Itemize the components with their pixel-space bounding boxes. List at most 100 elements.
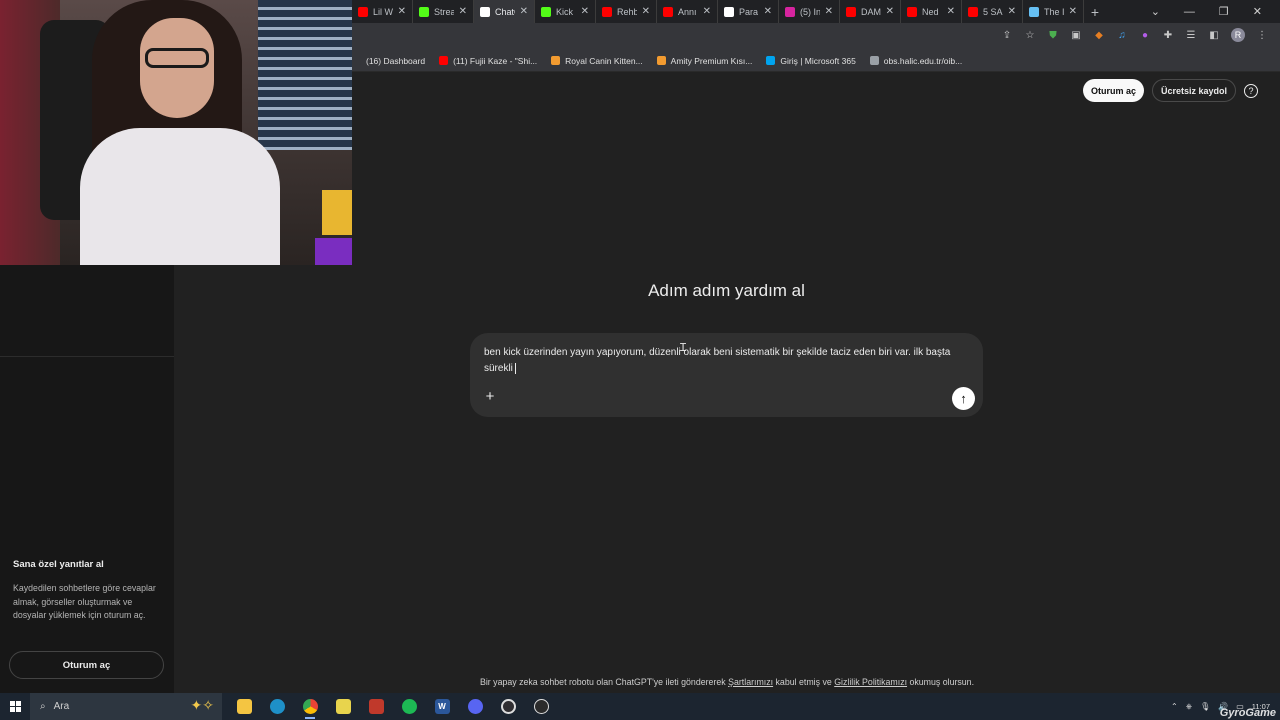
sound-extension-icon[interactable]: ♫ xyxy=(1116,29,1128,41)
edge-app[interactable] xyxy=(265,695,289,719)
notes-icon xyxy=(335,699,351,714)
tab-close-icon[interactable]: ✕ xyxy=(581,6,589,17)
search-icon: ⌕ xyxy=(40,701,46,712)
tab-close-icon[interactable]: ✕ xyxy=(1069,6,1077,17)
attach-plus-button[interactable]: + xyxy=(484,389,496,404)
file-explorer-app[interactable] xyxy=(232,695,256,719)
purple-extension-icon[interactable]: ● xyxy=(1139,29,1151,41)
message-composer[interactable]: ben kick üzerinden yayın yapıyorum, düze… xyxy=(470,333,983,417)
bookmark-item[interactable]: Royal Canin Kitten... xyxy=(551,55,643,66)
word-app[interactable]: W xyxy=(430,695,454,719)
tab-search-icon[interactable]: ⌄ xyxy=(1151,5,1160,18)
chrome-app[interactable] xyxy=(298,695,322,719)
new-tab-button[interactable]: + xyxy=(1084,4,1106,20)
tab-close-icon[interactable]: ✕ xyxy=(947,6,955,17)
spotify-app[interactable] xyxy=(397,695,421,719)
taskbar-search[interactable]: ⌕ Ara ✦✧ xyxy=(30,693,222,720)
windows-logo-icon xyxy=(9,701,21,712)
help-icon[interactable]: ? xyxy=(1244,83,1258,98)
edge-icon xyxy=(269,699,285,714)
side-panel-icon[interactable]: ◧ xyxy=(1208,29,1220,41)
bookmark-item[interactable]: Amity Premium Kısı... xyxy=(656,55,753,66)
tab-title: ChatG xyxy=(495,6,515,17)
watermark-logo: GyroGame xyxy=(1219,707,1276,719)
microphone-icon[interactable]: 🎙 xyxy=(1200,702,1210,711)
footer-disclaimer: Bir yapay zeka sohbet robotu olan ChatGP… xyxy=(174,677,1280,687)
fox-extension-icon[interactable]: ◆ xyxy=(1093,29,1105,41)
bookmark-label: Royal Canin Kitten... xyxy=(565,55,643,66)
obs-icon xyxy=(500,699,516,714)
usb-icon[interactable]: ⎈ xyxy=(1186,702,1192,712)
tab-title: 5 SA xyxy=(983,6,1003,17)
tab-close-icon[interactable]: ✕ xyxy=(398,6,406,17)
bookmark-label: Giriş | Microsoft 365 xyxy=(780,55,856,66)
browser-tab[interactable]: Strea ✕ xyxy=(413,0,474,23)
tab-close-icon[interactable]: ✕ xyxy=(764,6,772,17)
tab-title: Rehb xyxy=(617,6,637,17)
window-controls: ⌄ — ❐ ✕ xyxy=(1151,0,1280,23)
share-icon[interactable]: ⇪ xyxy=(1001,29,1013,41)
bookmark-item[interactable]: obs.halic.edu.tr/oib... xyxy=(869,55,963,66)
browser-tab[interactable]: Kick ✕ xyxy=(535,0,596,23)
bookmark-item[interactable]: Giriş | Microsoft 365 xyxy=(766,55,856,66)
tab-close-icon[interactable]: ✕ xyxy=(459,6,467,17)
sparkle-icon: ✦✧ xyxy=(190,697,214,713)
tab-close-icon[interactable]: ✕ xyxy=(825,6,833,17)
terms-link[interactable]: Şartlarımızı xyxy=(728,677,773,687)
tab-title: Ned xyxy=(922,6,939,17)
chatgpt-app[interactable] xyxy=(529,695,553,719)
browser-tab[interactable]: Annı ✕ xyxy=(657,0,718,23)
send-button[interactable]: ↑ xyxy=(952,387,975,410)
steam-icon xyxy=(1029,6,1039,17)
bookmark-favicon-icon xyxy=(766,56,776,65)
notes-app[interactable] xyxy=(331,695,355,719)
login-button[interactable]: Oturum aç xyxy=(1082,79,1144,102)
obs-app[interactable] xyxy=(496,695,520,719)
shield-extension-icon[interactable]: ⛊ xyxy=(1047,29,1059,41)
minimize-icon[interactable]: — xyxy=(1184,6,1195,18)
reading-list-icon[interactable]: ☰ xyxy=(1185,29,1197,41)
signup-button[interactable]: Ücretsiz kaydol xyxy=(1151,79,1236,102)
close-window-icon[interactable]: ✕ xyxy=(1253,5,1262,18)
browser-tab[interactable]: ChatG ✕ xyxy=(474,0,535,23)
tab-close-icon[interactable]: ✕ xyxy=(642,6,650,17)
browser-tab[interactable]: Para ✕ xyxy=(718,0,779,23)
bookmark-item[interactable]: (11) Fujii Kaze - "Shi... xyxy=(439,56,537,66)
kick-icon xyxy=(541,6,551,17)
browser-tab[interactable]: Rehb ✕ xyxy=(596,0,657,23)
discord-icon xyxy=(467,699,483,714)
privacy-link[interactable]: Gizlilik Politikamızı xyxy=(834,677,907,687)
promo-title: Sana özel yanıtlar al xyxy=(13,559,104,570)
discord-app[interactable] xyxy=(463,695,487,719)
tab-close-icon[interactable]: ✕ xyxy=(703,6,711,17)
tab-close-icon[interactable]: ✕ xyxy=(520,6,528,17)
menu-icon[interactable]: ⋮ xyxy=(1256,29,1268,41)
browser-tab[interactable]: (5) In ✕ xyxy=(779,0,840,23)
tray-chevron-icon[interactable]: ⌃ xyxy=(1171,702,1178,711)
browser-tab[interactable]: Lil W ✕ xyxy=(352,0,413,23)
bookmark-label: obs.halic.edu.tr/oib... xyxy=(883,55,963,66)
extension-icon[interactable]: ▣ xyxy=(1070,29,1082,41)
tab-close-icon[interactable]: ✕ xyxy=(886,6,894,17)
start-button[interactable] xyxy=(0,693,30,720)
footer-suffix: okumuş olursun. xyxy=(907,677,975,687)
tab-title: Strea xyxy=(434,6,454,17)
prompt-input[interactable]: ben kick üzerinden yayın yapıyorum, düze… xyxy=(484,345,964,377)
voicemeeter-app[interactable] xyxy=(364,695,388,719)
webcam-person-shirt xyxy=(80,128,280,265)
sidebar-divider xyxy=(0,356,174,357)
tab-close-icon[interactable]: ✕ xyxy=(1008,6,1016,17)
promo-description: Kaydedilen sohbetlere göre cevaplar alma… xyxy=(13,583,156,620)
sidebar-login-button[interactable]: Oturum aç xyxy=(9,651,164,679)
restore-icon[interactable]: ❐ xyxy=(1219,5,1229,18)
bookmark-item[interactable]: (16) Dashboard xyxy=(352,56,425,66)
bookmark-label: Amity Premium Kısı... xyxy=(670,55,753,66)
webcam-person-glasses xyxy=(145,48,209,68)
puzzle-icon[interactable]: ✚ xyxy=(1162,29,1174,41)
browser-tab[interactable]: 5 SA ✕ xyxy=(962,0,1023,23)
browser-tab[interactable]: Ned ✕ xyxy=(901,0,962,23)
bookmark-star-icon[interactable]: ☆ xyxy=(1024,29,1036,41)
browser-tab[interactable]: DAM ✕ xyxy=(840,0,901,23)
profile-avatar[interactable]: R xyxy=(1231,28,1245,42)
browser-tab[interactable]: The I ✕ xyxy=(1023,0,1084,23)
